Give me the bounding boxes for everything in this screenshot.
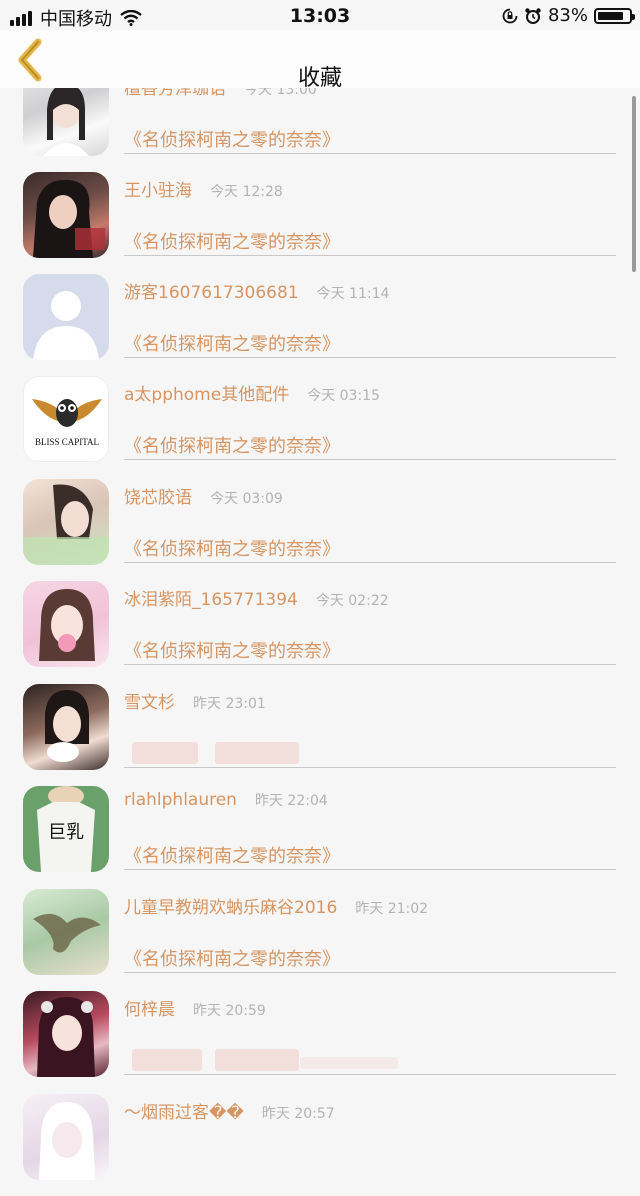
redacted-content <box>132 742 198 764</box>
item-title[interactable]: 王小驻海 今天 12:28 <box>124 176 283 201</box>
divider <box>124 459 616 460</box>
favorite-link[interactable]: 《名侦探柯南之零的奈奈》 <box>124 432 340 458</box>
divider <box>124 562 616 563</box>
favorite-link[interactable]: 《名侦探柯南之零的奈奈》 <box>124 842 340 868</box>
username[interactable]: 何梓晨 <box>124 1000 175 1020</box>
timestamp: 昨天 20:59 <box>193 1003 266 1019</box>
list-item[interactable]: ～烟雨过客�� 昨天 20:57 <box>0 1094 640 1196</box>
username[interactable]: 饶芯胶语 <box>124 488 192 508</box>
divider <box>124 1074 616 1075</box>
item-title[interactable]: ～烟雨过客�� 昨天 20:57 <box>124 1098 335 1123</box>
timestamp: 昨天 21:02 <box>355 901 429 917</box>
list-item[interactable]: 饶芯胶语 今天 03:09 《名侦探柯南之零的奈奈》 <box>0 479 640 581</box>
timestamp: 今天 12:28 <box>210 184 283 200</box>
favorite-link[interactable]: 《名侦探柯南之零的奈奈》 <box>124 126 340 152</box>
avatar[interactable] <box>23 889 109 975</box>
timestamp: 昨天 22:04 <box>254 793 328 809</box>
timestamp: 今天 03:15 <box>307 388 380 404</box>
list-item[interactable]: BLISS CAPITAL a太pphome其他配件 今天 03:15 《名侦探柯… <box>0 376 640 478</box>
item-title[interactable]: a太pphome其他配件 今天 03:15 <box>124 380 380 405</box>
timestamp: 昨天 23:01 <box>193 696 266 712</box>
divider <box>124 767 616 768</box>
username[interactable]: rlahlphlauren <box>124 790 237 810</box>
username[interactable]: 冰泪紫陌_165771394 <box>124 590 298 610</box>
battery-icon <box>594 7 635 24</box>
item-title[interactable]: 冰泪紫陌_165771394 今天 02:22 <box>124 585 389 610</box>
item-title[interactable]: 儿童早教朔欢蚋乐麻谷2016 昨天 21:02 <box>124 893 428 918</box>
redacted-content <box>300 1057 398 1069</box>
favorite-link[interactable]: 《名侦探柯南之零的奈奈》 <box>124 330 340 356</box>
svg-text:巨乳: 巨乳 <box>48 822 84 843</box>
username[interactable]: 儿童早教朔欢蚋乐麻谷2016 <box>124 898 337 918</box>
svg-text:BLISS CAPITAL: BLISS CAPITAL <box>35 437 99 447</box>
nav-bar: 收藏 <box>0 30 640 91</box>
item-title[interactable]: 游客1607617306681 今天 11:14 <box>124 278 389 303</box>
avatar[interactable] <box>23 581 109 667</box>
divider <box>124 869 616 870</box>
username[interactable]: 游客1607617306681 <box>124 283 299 303</box>
divider <box>124 357 616 358</box>
divider <box>124 153 616 154</box>
username[interactable]: ～烟雨过客�� <box>124 1103 244 1123</box>
item-title[interactable]: 雪文杉 昨天 23:01 <box>124 688 266 713</box>
favorite-link[interactable]: 《名侦探柯南之零的奈奈》 <box>124 945 340 971</box>
list-item[interactable]: 儿童早教朔欢蚋乐麻谷2016 昨天 21:02 《名侦探柯南之零的奈奈》 <box>0 889 640 991</box>
item-title[interactable]: rlahlphlauren 昨天 22:04 <box>124 790 328 810</box>
timestamp: 昨天 20:57 <box>261 1106 335 1122</box>
favorite-link[interactable]: 《名侦探柯南之零的奈奈》 <box>124 228 340 254</box>
redacted-content <box>215 1049 299 1071</box>
avatar[interactable] <box>23 991 109 1077</box>
redacted-content <box>215 742 299 764</box>
avatar[interactable]: BLISS CAPITAL <box>23 376 109 462</box>
divider <box>124 255 616 256</box>
divider <box>124 664 616 665</box>
avatar[interactable] <box>23 172 109 258</box>
timestamp: 今天 03:09 <box>210 491 283 507</box>
list-item[interactable]: 游客1607617306681 今天 11:14 《名侦探柯南之零的奈奈》 <box>0 274 640 376</box>
avatar[interactable] <box>23 274 109 360</box>
favorite-link[interactable]: 《名侦探柯南之零的奈奈》 <box>124 637 340 663</box>
scrollbar[interactable] <box>632 96 636 272</box>
item-title[interactable]: 何梓晨 昨天 20:59 <box>124 995 266 1020</box>
page-title: 收藏 <box>297 66 342 91</box>
avatar[interactable] <box>23 1094 109 1180</box>
timestamp: 今天 11:14 <box>316 286 390 302</box>
username[interactable]: a太pphome其他配件 <box>124 385 289 405</box>
avatar[interactable]: 巨乳 <box>23 786 109 872</box>
orientation-lock-icon <box>502 8 518 23</box>
alarm-icon <box>525 7 541 24</box>
list-item[interactable]: 巨乳 rlahlphlauren 昨天 22:04 《名侦探柯南之零的奈奈》 <box>0 786 640 888</box>
redacted-content <box>132 1049 202 1071</box>
battery-fill <box>598 11 623 20</box>
avatar[interactable] <box>23 479 109 565</box>
item-title[interactable]: 饶芯胶语 今天 03:09 <box>124 483 283 508</box>
divider <box>124 972 616 973</box>
owl-logo-icon: BLISS CAPITAL <box>32 399 102 447</box>
default-user-icon <box>33 291 99 360</box>
list-item[interactable]: 何梓晨 昨天 20:59 <box>0 991 640 1093</box>
status-bar: 中国移动 13:03 83% <box>0 0 640 32</box>
list-item[interactable]: 冰泪紫陌_165771394 今天 02:22 《名侦探柯南之零的奈奈》 <box>0 581 640 683</box>
avatar[interactable] <box>23 684 109 770</box>
username[interactable]: 王小驻海 <box>124 181 192 201</box>
timestamp: 今天 02:22 <box>315 593 389 609</box>
battery-percent: 83% <box>547 5 588 26</box>
favorite-link[interactable]: 《名侦探柯南之零的奈奈》 <box>124 535 340 561</box>
list-item[interactable]: 雪文杉 昨天 23:01 <box>0 684 640 786</box>
username[interactable]: 雪文杉 <box>124 693 175 713</box>
list-item[interactable]: 王小驻海 今天 12:28 《名侦探柯南之零的奈奈》 <box>0 172 640 274</box>
